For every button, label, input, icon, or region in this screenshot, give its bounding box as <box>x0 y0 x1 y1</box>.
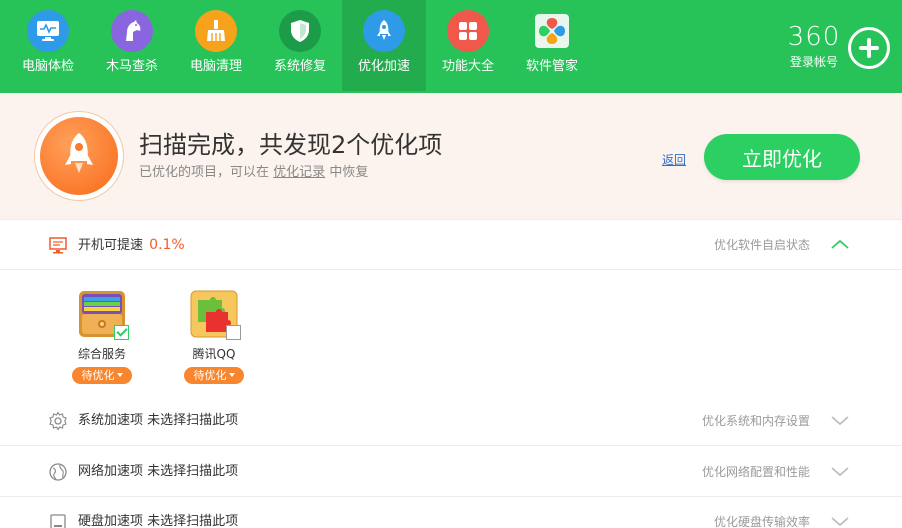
section-disk-header[interactable]: 硬盘加速项 未选择扫描此项 优化硬盘传输效率 <box>0 497 902 528</box>
scan-result-subtitle: 已优化的项目，可以在 优化记录 中恢复 <box>139 165 368 181</box>
optimize-status-dropdown[interactable]: 待优化 <box>184 367 244 384</box>
rocket-icon <box>40 117 118 195</box>
chevron-up-icon[interactable] <box>830 238 850 250</box>
section-description: 优化软件自启状态 <box>713 238 810 252</box>
section-title: 网络加速项 未选择扫描此项 <box>78 464 238 480</box>
section-title: 系统加速项 未选择扫描此项 <box>78 413 238 429</box>
nav-label: 功能大全 <box>441 59 494 74</box>
optimize-history-link[interactable]: 优化记录 <box>273 165 325 180</box>
nav-item-checkup[interactable]: 电脑体检 <box>6 0 90 91</box>
nav-item-optimize[interactable]: 优化加速 <box>342 0 426 91</box>
nav-label: 优化加速 <box>357 59 410 74</box>
chevron-down-icon[interactable] <box>830 465 850 477</box>
caret-down-icon <box>116 373 123 377</box>
software-manager-icon <box>531 10 573 52</box>
startup-percent: 0.1% <box>149 237 185 253</box>
subtitle-prefix: 已优化的项目，可以在 <box>139 165 270 180</box>
back-link[interactable]: 返回 <box>662 153 686 167</box>
startup-item-checkbox[interactable] <box>226 325 241 340</box>
gear-icon <box>49 411 67 431</box>
section-description: 优化系统和内存设置 <box>701 414 810 428</box>
section-title: 硬盘加速项 未选择扫描此项 <box>78 514 238 528</box>
section-startup-header[interactable]: 开机可提速 0.1% 优化软件自启状态 <box>0 220 902 270</box>
top-nav-bar: 电脑体检 木马查杀 电脑清理 系统修复 优化加速 功能大全 软件管家 360 登… <box>0 0 902 93</box>
login-label: 登录帐号 <box>789 55 838 69</box>
nav-label: 软件管家 <box>525 59 578 74</box>
disk-icon <box>50 514 66 528</box>
caret-down-icon <box>228 373 235 377</box>
horse-icon <box>111 10 153 52</box>
nav-label: 电脑体检 <box>21 59 74 74</box>
optimize-now-button[interactable]: 立即优化 <box>704 134 860 180</box>
chevron-down-icon[interactable] <box>830 414 850 426</box>
app-window: 电脑体检 木马查杀 电脑清理 系统修复 优化加速 功能大全 软件管家 360 登… <box>0 0 902 528</box>
startup-item-service[interactable]: 综合服务 待优化 <box>62 290 142 386</box>
grid-icon <box>447 10 489 52</box>
broom-icon <box>195 10 237 52</box>
section-title-text: 系统加速项 <box>78 413 144 428</box>
nav-label: 木马查杀 <box>105 59 158 74</box>
plus-icon[interactable] <box>848 27 890 69</box>
chevron-down-icon[interactable] <box>830 515 850 527</box>
startup-items-list: 综合服务 待优化 腾讯QQ 待优化 <box>0 271 902 399</box>
section-note: 未选择扫描此项 <box>147 413 239 428</box>
startup-item-qq[interactable]: 腾讯QQ 待优化 <box>174 290 254 386</box>
section-title-text: 硬盘加速项 <box>78 514 144 528</box>
globe-icon <box>49 463 67 481</box>
nav-item-system-repair[interactable]: 系统修复 <box>258 0 342 91</box>
scan-result-title: 扫描完成，共发现2个优化项 <box>139 131 443 159</box>
subtitle-suffix: 中恢复 <box>329 165 369 180</box>
nav-item-cleanup[interactable]: 电脑清理 <box>174 0 258 91</box>
section-title-text: 开机可提速 <box>78 238 144 253</box>
startup-item-name: 腾讯QQ <box>192 347 236 361</box>
section-note: 未选择扫描此项 <box>147 514 239 528</box>
scan-result-banner: 扫描完成，共发现2个优化项 已优化的项目，可以在 优化记录 中恢复 返回 立即优… <box>0 93 902 220</box>
rocket-icon <box>363 10 405 52</box>
shield-icon <box>279 10 321 52</box>
nav-item-trojan-scan[interactable]: 木马查杀 <box>90 0 174 91</box>
optimize-status-dropdown[interactable]: 待优化 <box>72 367 132 384</box>
section-description: 优化硬盘传输效率 <box>713 515 810 528</box>
section-title-text: 网络加速项 <box>78 464 144 479</box>
nav-label: 系统修复 <box>273 59 326 74</box>
section-system-header[interactable]: 系统加速项 未选择扫描此项 优化系统和内存设置 <box>0 396 902 446</box>
section-title: 开机可提速 0.1% <box>78 237 185 254</box>
startup-item-checkbox[interactable] <box>114 325 129 340</box>
login-account-button[interactable]: 360 登录帐号 <box>780 22 848 74</box>
monitor-checkup-icon <box>27 10 69 52</box>
startup-item-name: 综合服务 <box>77 347 126 361</box>
section-note: 未选择扫描此项 <box>147 464 239 479</box>
status-label: 待优化 <box>81 369 115 382</box>
brand-logo: 360 <box>787 22 841 52</box>
status-label: 待优化 <box>193 369 227 382</box>
section-description: 优化网络配置和性能 <box>701 465 810 479</box>
section-network-header[interactable]: 网络加速项 未选择扫描此项 优化网络配置和性能 <box>0 447 902 497</box>
nav-item-features[interactable]: 功能大全 <box>426 0 510 91</box>
rocket-badge <box>34 111 124 201</box>
monitor-icon <box>49 237 67 254</box>
nav-label: 电脑清理 <box>189 59 242 74</box>
nav-item-software-manager[interactable]: 软件管家 <box>510 0 594 91</box>
